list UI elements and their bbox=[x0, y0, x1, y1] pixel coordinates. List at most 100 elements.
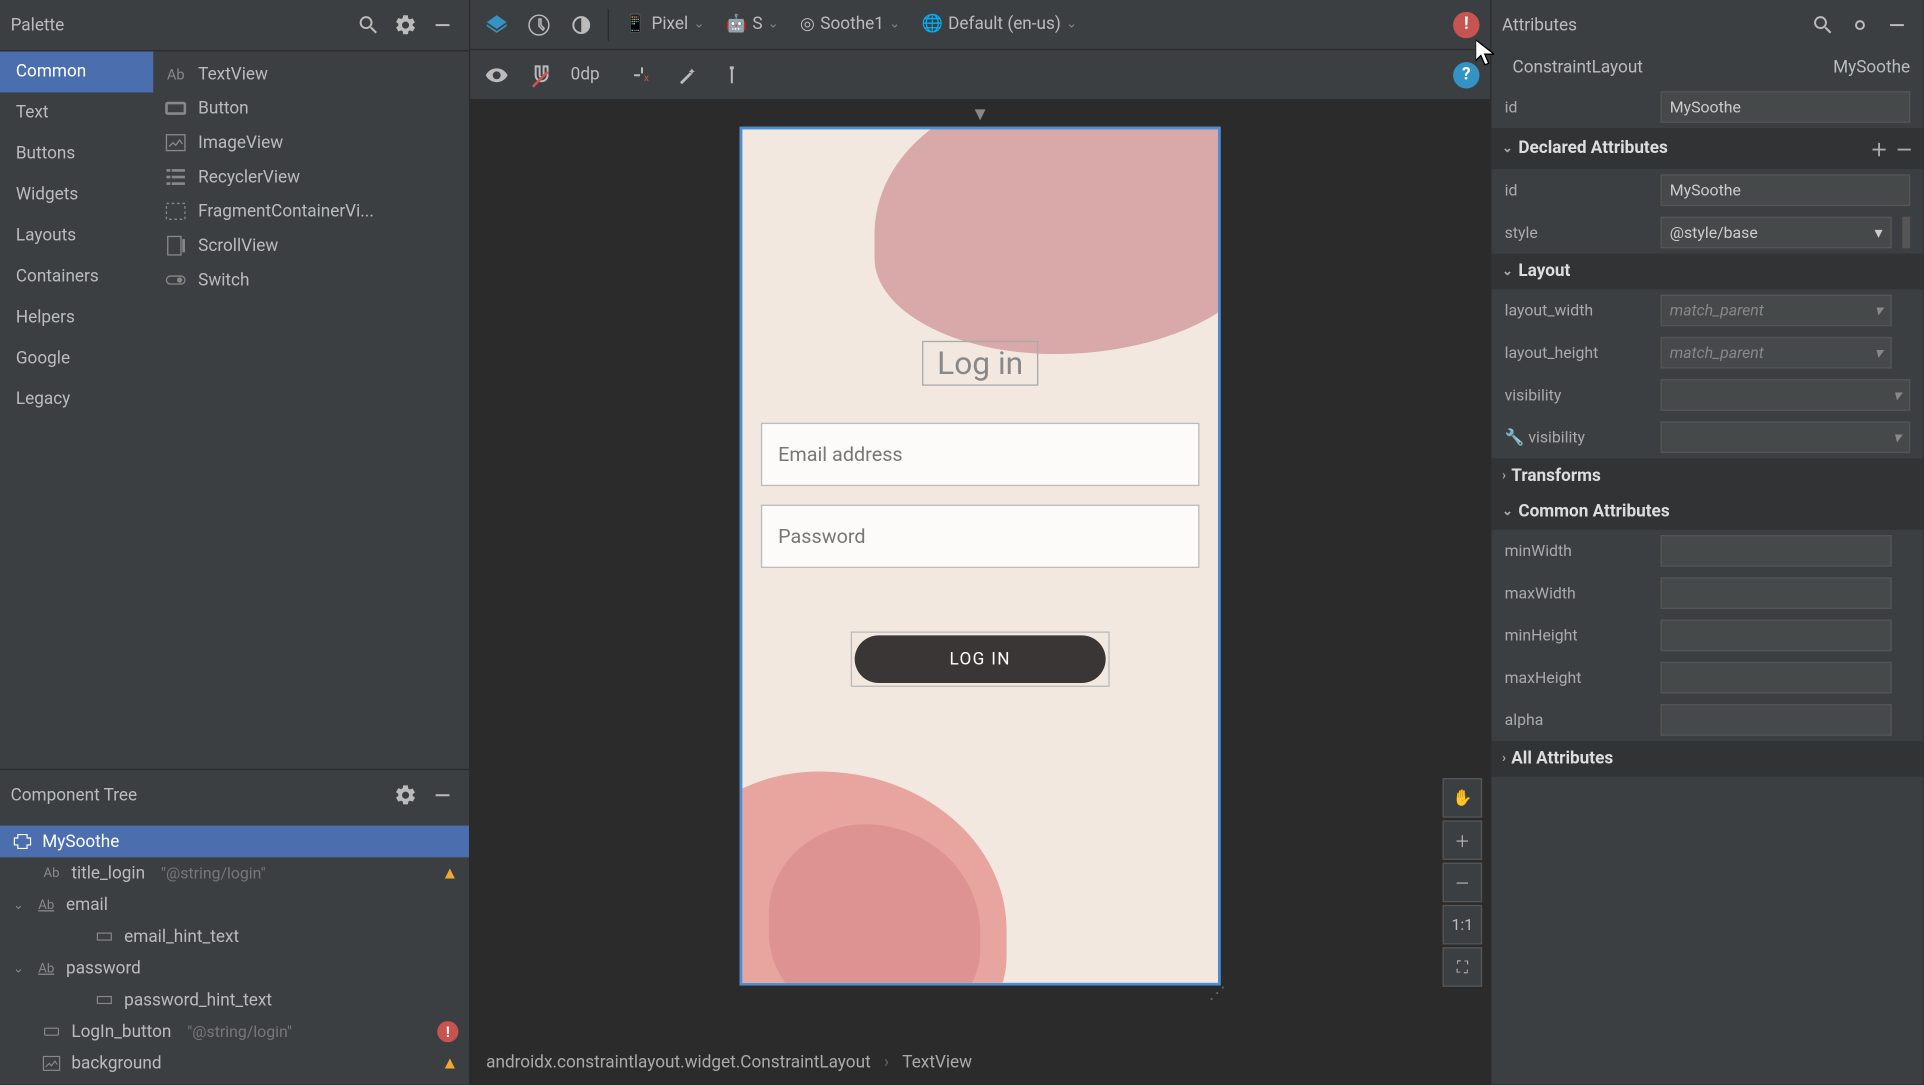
section-transforms[interactable]: › Transforms bbox=[1491, 458, 1923, 494]
zoom-in-icon[interactable]: ＋ bbox=[1443, 820, 1483, 860]
wrench-icon: 🔧 bbox=[1505, 428, 1525, 446]
palette-cat-containers[interactable]: Containers bbox=[0, 256, 153, 297]
section-common[interactable]: ⌄ Common Attributes bbox=[1491, 494, 1923, 530]
breadcrumb-item[interactable]: TextView bbox=[902, 1052, 972, 1072]
api-picker[interactable]: 🤖 S ⌄ bbox=[720, 15, 784, 35]
attr-select[interactable]: ▾ bbox=[1660, 379, 1910, 411]
device-preview[interactable]: Log in Email address Password LOG IN bbox=[740, 127, 1221, 986]
error-badge-icon[interactable]: ! bbox=[1453, 11, 1479, 37]
palette-item[interactable]: ImageView bbox=[153, 125, 469, 159]
attr-select[interactable]: @style/base▾ bbox=[1660, 217, 1891, 249]
zoom-out-icon[interactable]: － bbox=[1443, 863, 1483, 903]
search-icon[interactable] bbox=[1807, 9, 1839, 41]
preview-login-wrap[interactable]: LOG IN bbox=[851, 631, 1110, 686]
minimize-icon[interactable] bbox=[427, 779, 459, 811]
error-icon[interactable]: ! bbox=[437, 1021, 458, 1042]
palette-cat-widgets[interactable]: Widgets bbox=[0, 174, 153, 215]
warning-icon[interactable]: ▲ bbox=[441, 1053, 458, 1074]
section-declared[interactable]: ⌄ Declared Attributes ＋－ bbox=[1491, 128, 1923, 169]
layers-icon[interactable] bbox=[481, 9, 513, 41]
minimize-icon[interactable] bbox=[1881, 9, 1913, 41]
locale-picker[interactable]: 🌐 Default (en-us) ⌄ bbox=[916, 15, 1082, 35]
gear-icon[interactable] bbox=[390, 779, 422, 811]
attr-input[interactable] bbox=[1660, 662, 1891, 694]
chevron-down-icon[interactable]: ⌄ bbox=[11, 961, 27, 976]
chevron-down-icon[interactable]: ⌄ bbox=[11, 898, 27, 913]
search-icon[interactable] bbox=[353, 9, 385, 41]
default-margin[interactable]: 0dp bbox=[571, 65, 600, 85]
attr-select[interactable]: match_parent▾ bbox=[1660, 337, 1891, 369]
eye-icon[interactable] bbox=[481, 59, 513, 91]
resize-handle-icon[interactable]: ⋰ bbox=[1209, 984, 1226, 1004]
preview-title[interactable]: Log in bbox=[923, 341, 1038, 386]
tree-row[interactable]: Ab title_login "@string/login" ▲ bbox=[0, 857, 469, 889]
device-picker[interactable]: 📱 Pixel ⌄ bbox=[620, 15, 710, 35]
pan-icon[interactable]: ✋ bbox=[1443, 778, 1483, 818]
preview-email-input[interactable]: Email address bbox=[761, 423, 1200, 486]
attr-select[interactable]: ▾ bbox=[1660, 421, 1910, 453]
chevron-right-icon: › bbox=[1502, 469, 1506, 484]
attr-input[interactable]: MySoothe bbox=[1660, 174, 1910, 206]
tree-row[interactable]: LogIn_button "@string/login" ! bbox=[0, 1016, 469, 1048]
attr-id-input[interactable]: MySoothe bbox=[1660, 91, 1910, 123]
tree-root[interactable]: MySoothe bbox=[0, 826, 469, 858]
attr-input[interactable] bbox=[1660, 535, 1891, 567]
zoom-actual-icon[interactable]: 1:1 bbox=[1443, 905, 1483, 945]
palette-item[interactable]: AbTextView bbox=[153, 57, 469, 91]
palette-cat-google[interactable]: Google bbox=[0, 338, 153, 379]
attr-input[interactable] bbox=[1660, 577, 1891, 609]
tree-row[interactable]: background ▲ bbox=[0, 1048, 469, 1080]
design-canvas[interactable]: ▼ Log in Email address Password LOG IN ⋰ bbox=[470, 100, 1490, 1039]
text-icon: Ab bbox=[40, 861, 64, 885]
attr-input[interactable] bbox=[1660, 704, 1891, 736]
attr-row: alpha bbox=[1491, 699, 1923, 741]
attr-row: maxWidth bbox=[1491, 572, 1923, 614]
breadcrumb-item[interactable]: androidx.constraintlayout.widget.Constra… bbox=[486, 1052, 871, 1072]
image-icon bbox=[164, 131, 188, 155]
palette-item[interactable]: Switch bbox=[153, 263, 469, 297]
remove-icon[interactable]: － bbox=[1896, 136, 1913, 161]
gear-icon[interactable] bbox=[1844, 9, 1876, 41]
palette-item[interactable]: FragmentContainerVi... bbox=[153, 194, 469, 228]
palette-cat-layouts[interactable]: Layouts bbox=[0, 215, 153, 256]
chevron-down-icon: ▾ bbox=[1874, 223, 1882, 241]
palette-cat-buttons[interactable]: Buttons bbox=[0, 133, 153, 174]
tree-row[interactable]: password_hint_text bbox=[0, 984, 469, 1016]
clear-constraints-icon[interactable]: x bbox=[626, 59, 658, 91]
chevron-down-icon: ▾ bbox=[1874, 301, 1882, 319]
palette-cat-legacy[interactable]: Legacy bbox=[0, 379, 153, 420]
magnet-off-icon[interactable] bbox=[526, 59, 558, 91]
palette-categories: Common Text Buttons Widgets Layouts Cont… bbox=[0, 52, 153, 769]
guidelines-icon[interactable] bbox=[716, 59, 748, 91]
top-handle-icon[interactable]: ▼ bbox=[971, 103, 989, 125]
tree-row[interactable]: ⌄ Ab email bbox=[0, 889, 469, 921]
palette-cat-text[interactable]: Text bbox=[0, 92, 153, 133]
palette-item[interactable]: RecyclerView bbox=[153, 160, 469, 194]
rect-icon bbox=[92, 925, 116, 949]
attr-row: visibility ▾ bbox=[1491, 374, 1923, 416]
attr-row: minWidth bbox=[1491, 530, 1923, 572]
theme-picker[interactable]: ◎ Soothe1 ⌄ bbox=[795, 15, 906, 35]
preview-login-button[interactable]: LOG IN bbox=[855, 635, 1106, 683]
palette-item[interactable]: Button bbox=[153, 91, 469, 125]
attr-select[interactable]: match_parent▾ bbox=[1660, 295, 1891, 327]
preview-password-input[interactable]: Password bbox=[761, 505, 1200, 568]
section-all[interactable]: › All Attributes bbox=[1491, 741, 1923, 777]
palette-item[interactable]: ScrollView bbox=[153, 229, 469, 263]
orientation-icon[interactable] bbox=[523, 9, 555, 41]
add-icon[interactable]: ＋ bbox=[1870, 136, 1887, 161]
tree-row[interactable]: ⌄ Ab password bbox=[0, 952, 469, 984]
magic-wand-icon[interactable] bbox=[671, 59, 703, 91]
attr-input[interactable] bbox=[1660, 620, 1891, 652]
tree-row[interactable]: email_hint_text bbox=[0, 921, 469, 953]
section-layout[interactable]: ⌄ Layout bbox=[1491, 254, 1923, 290]
gear-icon[interactable] bbox=[390, 9, 422, 41]
palette-cat-helpers[interactable]: Helpers bbox=[0, 297, 153, 338]
chevron-down-icon: ⌄ bbox=[1502, 264, 1513, 279]
night-icon[interactable] bbox=[565, 9, 597, 41]
zoom-fit-icon[interactable]: ⛶ bbox=[1443, 947, 1483, 987]
warning-icon[interactable]: ▲ bbox=[441, 863, 458, 884]
more-icon[interactable] bbox=[1902, 217, 1910, 249]
minimize-icon[interactable] bbox=[427, 9, 459, 41]
palette-cat-common[interactable]: Common bbox=[0, 52, 153, 93]
